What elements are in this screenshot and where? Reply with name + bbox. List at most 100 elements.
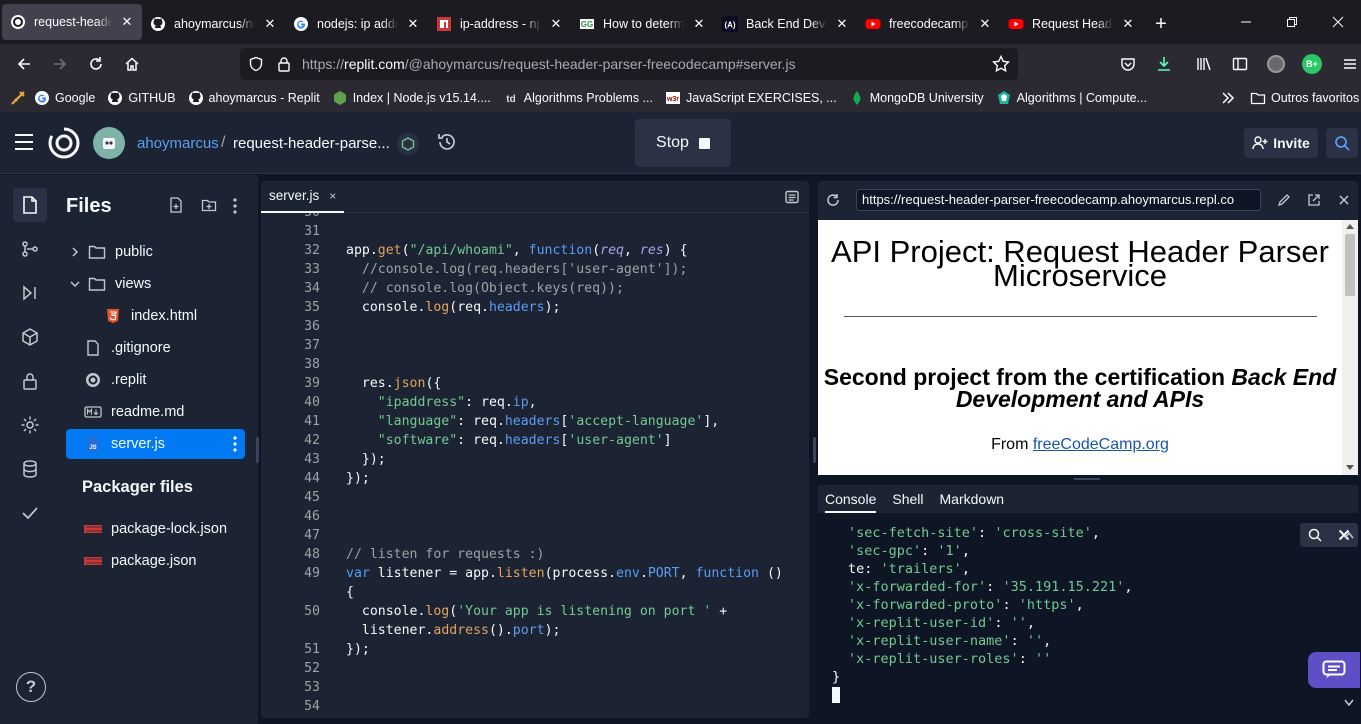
console-output[interactable]: 'sec-fetch-site': 'cross-site', 'sec-gpc'… <box>832 524 1133 703</box>
file-item-server-js[interactable]: JS server.js <box>66 429 245 459</box>
code-line[interactable]: 52 <box>261 659 809 678</box>
close-tab-icon[interactable]: × <box>329 189 336 203</box>
browser-tab-5[interactable]: (A) Back End Develo... ✕ <box>714 4 857 44</box>
pocket-icon[interactable] <box>1110 48 1146 80</box>
hamburger-menu-icon[interactable] <box>14 133 34 151</box>
code-line[interactable]: 31 <box>261 222 809 241</box>
file-item-index-html[interactable]: index.html <box>66 301 245 331</box>
reload-button[interactable] <box>78 48 114 80</box>
file-item-views[interactable]: views <box>66 269 245 299</box>
lock-icon[interactable] <box>276 56 292 72</box>
address-bar[interactable]: https://replit.com/@ahoymarcus/request-h… <box>240 48 1018 80</box>
bookmark-star-icon[interactable] <box>992 55 1010 73</box>
file-item-gitignore[interactable]: .gitignore <box>66 333 245 363</box>
packages-tool-button[interactable] <box>13 320 47 354</box>
code-line[interactable]: 44}); <box>261 469 809 488</box>
minimize-button[interactable] <box>1223 0 1269 44</box>
freecodecamp-link[interactable]: freeCodeCamp.org <box>1033 436 1169 453</box>
repl-owner-link[interactable]: ahoymarcus <box>137 135 219 152</box>
close-tab-icon[interactable]: ✕ <box>549 17 563 31</box>
close-tab-icon[interactable]: ✕ <box>835 17 849 31</box>
back-button[interactable] <box>6 48 42 80</box>
download-icon[interactable] <box>1146 48 1182 80</box>
tab-server-js[interactable]: server.js × <box>261 181 345 213</box>
code-line[interactable]: 49 var listener = app.listen(process.env.… <box>261 564 809 583</box>
code-line[interactable]: 38 <box>261 355 809 374</box>
close-tab-icon[interactable]: ✕ <box>120 15 134 29</box>
help-icon[interactable]: ? <box>16 672 46 702</box>
menu-icon[interactable] <box>1332 48 1361 80</box>
file-item-readme-md[interactable]: readme.md <box>66 397 245 427</box>
close-tab-icon[interactable]: ✕ <box>406 17 420 31</box>
invite-button[interactable]: Invite <box>1244 128 1318 158</box>
new-folder-icon[interactable] <box>201 197 217 213</box>
home-button[interactable] <box>114 48 150 80</box>
bookmark-5[interactable]: td Algorithms Problems ... <box>503 90 653 106</box>
bookmark-4[interactable]: Index | Node.js v15.14.... <box>332 90 491 106</box>
close-window-button[interactable] <box>1315 0 1361 44</box>
code-line[interactable]: 50 console.log('Your app is listening on… <box>261 602 809 621</box>
database-tool-button[interactable] <box>13 452 47 486</box>
browser-tab-7[interactable]: Request Header ... ✕ <box>1000 4 1143 44</box>
browser-tab-1[interactable]: ahoymarcus/no... ✕ <box>142 4 285 44</box>
version-control-tool-button[interactable] <box>13 232 47 266</box>
code-line[interactable]: 54 <box>261 697 809 716</box>
panel-resize-handle[interactable] <box>256 437 259 463</box>
settings-tool-button[interactable] <box>13 408 47 442</box>
webview-scrollbar[interactable] <box>1342 220 1358 475</box>
bookmark-6[interactable]: w3r JavaScript EXERCISES, ... <box>665 90 837 106</box>
edit-url-icon[interactable] <box>1277 193 1291 207</box>
bookmark-8[interactable]: Algorithms | Compute... <box>996 90 1147 106</box>
browser-tab-6[interactable]: freecodecamp h... ✕ <box>857 4 1000 44</box>
avatar[interactable] <box>1258 48 1294 80</box>
open-new-tab-icon[interactable] <box>1307 193 1321 207</box>
packager-item-0[interactable]: package-lock.json <box>66 514 245 544</box>
new-tab-button[interactable]: + <box>1143 4 1179 44</box>
code-line[interactable]: 32 app.get("/api/whoami", function(req, r… <box>261 241 809 260</box>
repl-avatar[interactable] <box>93 127 125 159</box>
file-item-public[interactable]: public <box>66 237 245 267</box>
code-line[interactable]: 43 }); <box>261 450 809 469</box>
webview-reload-icon[interactable] <box>826 193 840 207</box>
secrets-tool-button[interactable] <box>13 364 47 398</box>
browser-tab-3[interactable]: ip-address - npm ✕ <box>428 4 571 44</box>
bookmark-1[interactable]: Google <box>34 90 95 106</box>
history-icon[interactable] <box>436 131 458 153</box>
close-webview-icon[interactable] <box>1337 193 1351 207</box>
debugger-tool-button[interactable] <box>13 276 47 310</box>
profile-badge[interactable]: B+ <box>1294 48 1330 80</box>
console-cursor[interactable] <box>832 687 840 703</box>
console-scroll-down-icon[interactable] <box>1344 699 1354 707</box>
stop-button[interactable]: Stop <box>635 119 731 167</box>
sidebar-icon[interactable] <box>1222 48 1258 80</box>
code-line[interactable]: 53 <box>261 678 809 697</box>
files-more-icon[interactable] <box>233 198 237 214</box>
webview-url-input[interactable]: https://request-header-parser-freecodeca… <box>856 189 1261 211</box>
code-area[interactable]: 30 31 32 app.get("/api/whoami", function(r… <box>261 213 809 718</box>
code-line[interactable]: { <box>261 583 809 602</box>
shield-icon[interactable] <box>248 56 264 72</box>
code-line[interactable]: 51}); <box>261 640 809 659</box>
code-line[interactable]: 40 "ipaddress": req.ip, <box>261 393 809 412</box>
chat-button[interactable] <box>1308 652 1360 688</box>
tab-shell[interactable]: Shell <box>892 491 923 507</box>
code-line[interactable]: 35 console.log(req.headers); <box>261 298 809 317</box>
new-file-icon[interactable] <box>169 197 183 213</box>
code-line[interactable]: 41 "language": req.headers['accept-langu… <box>261 412 809 431</box>
repl-name[interactable]: request-header-parse... <box>233 135 390 152</box>
close-tab-icon[interactable]: ✕ <box>263 17 277 31</box>
packager-item-1[interactable]: package.json <box>66 546 245 576</box>
code-line[interactable]: 46 <box>261 507 809 526</box>
files-tool-button[interactable] <box>13 188 47 222</box>
code-line[interactable]: 34 // console.log(Object.keys(req)); <box>261 279 809 298</box>
code-line[interactable]: 47 <box>261 526 809 545</box>
bookmark-7[interactable]: MongoDB University <box>849 90 984 106</box>
editor-resize-handle[interactable] <box>813 437 816 463</box>
close-tab-icon[interactable]: ✕ <box>978 17 992 31</box>
code-line[interactable]: listener.address().port); <box>261 621 809 640</box>
editor-layout-icon[interactable] <box>785 190 799 204</box>
file-item-replit[interactable]: .replit <box>66 365 245 395</box>
code-line[interactable]: 42 "software": req.headers['user-agent'] <box>261 431 809 450</box>
bookmark-0[interactable] <box>10 90 26 106</box>
code-line[interactable]: 48 // listen for requests :) <box>261 545 809 564</box>
